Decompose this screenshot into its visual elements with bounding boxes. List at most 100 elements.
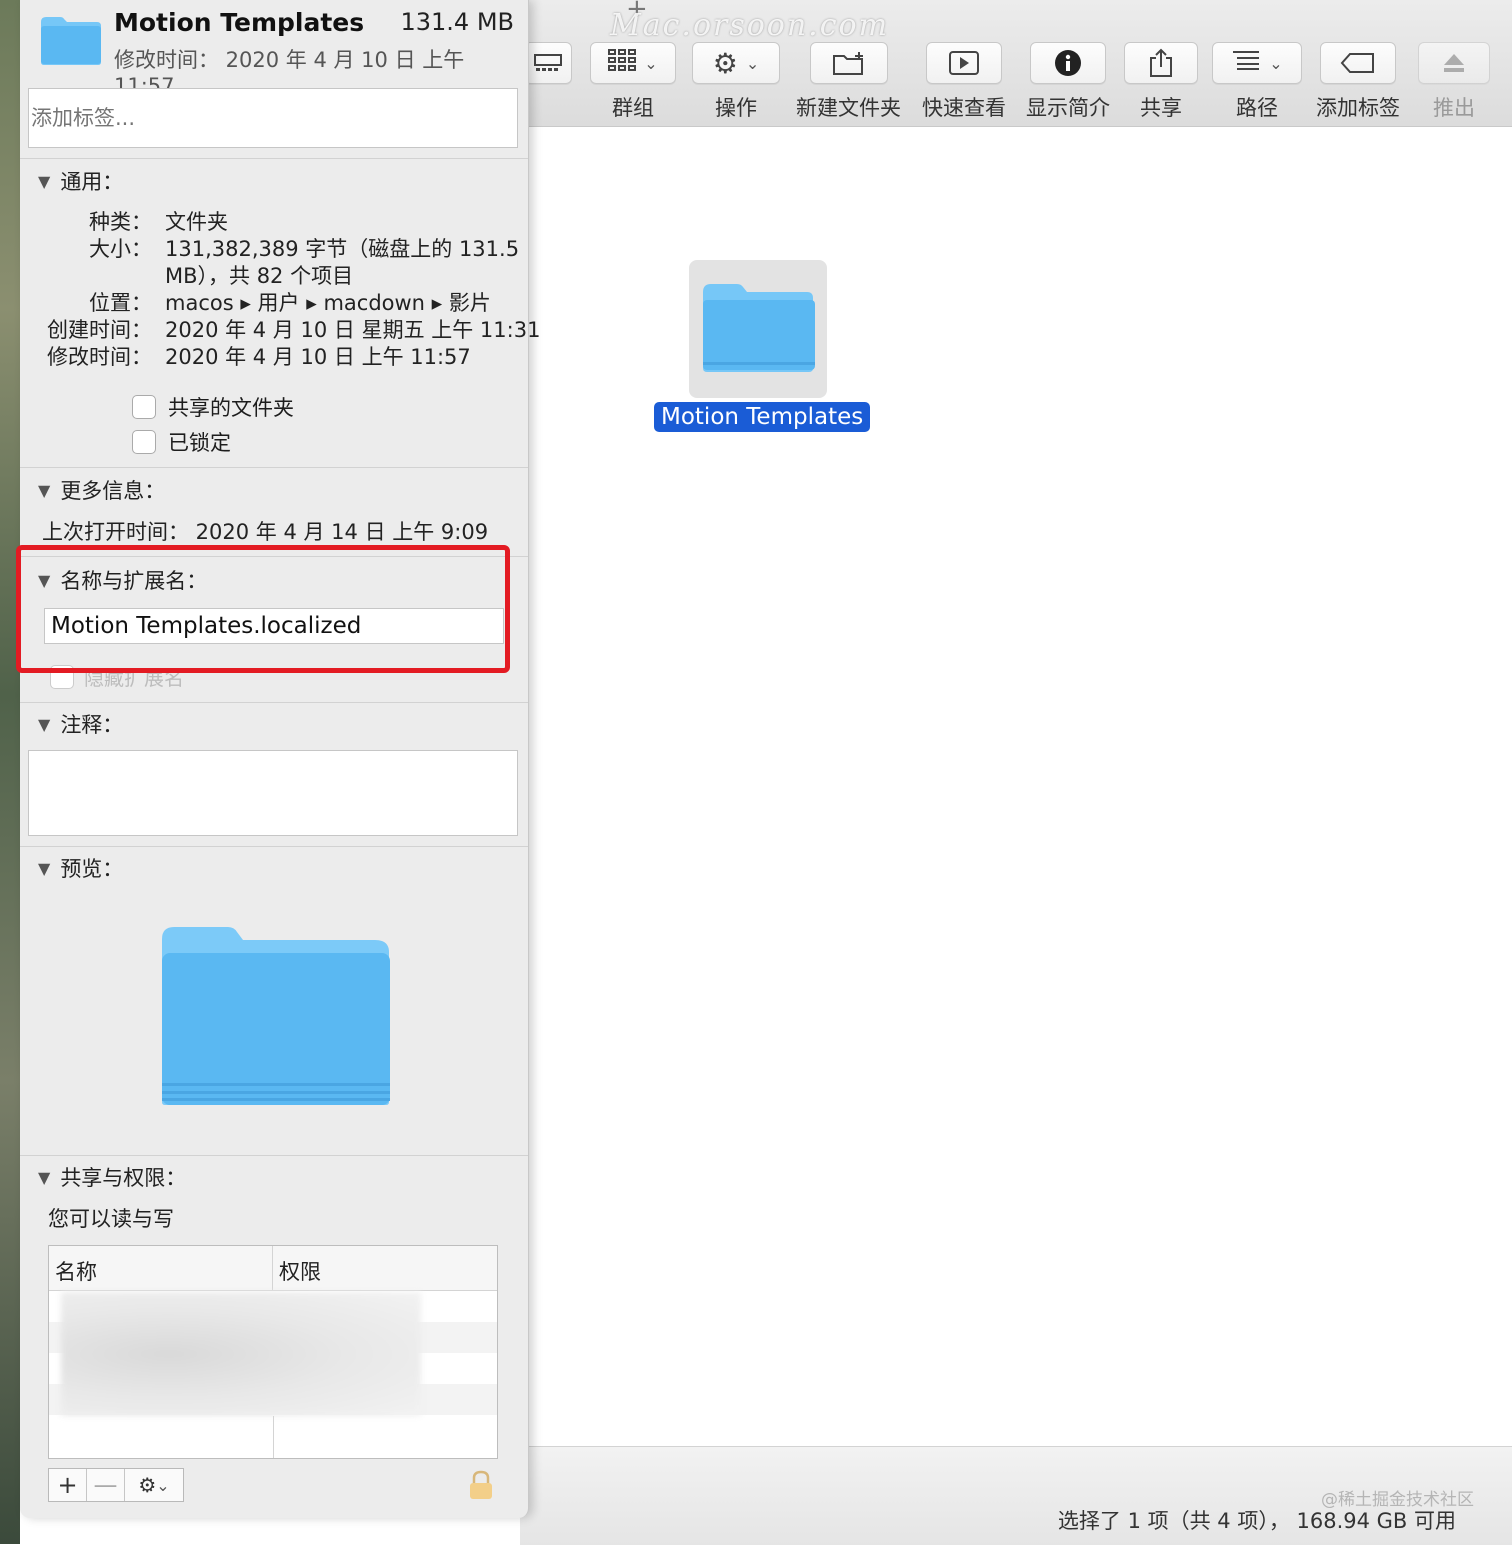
column-header-name[interactable]: 名称 <box>49 1246 273 1290</box>
action-label: 操作 <box>715 96 757 120</box>
new-folder-icon <box>809 42 888 84</box>
shared-folder-checkbox[interactable]: 共享的文件夹 <box>132 392 294 422</box>
disclosure-triangle-icon: ▼ <box>38 1167 51 1187</box>
section-name-extension-header[interactable]: ▼ 名称与扩展名： <box>38 565 207 595</box>
divider <box>20 556 528 557</box>
eject-label: 推出 <box>1433 96 1475 120</box>
permission-note: 您可以读与写 <box>48 1207 174 1231</box>
section-preview-header[interactable]: ▼ 预览： <box>38 853 123 883</box>
hide-extension-checkbox[interactable]: 隐藏扩展名 <box>50 662 184 691</box>
disclosure-triangle-icon: ▼ <box>38 858 51 878</box>
finder-toolbar: + Mac.orsoon.com ⌄ 群组 ⚙ ⌄ 操作 新建文件夹 快速查看 … <box>520 0 1512 127</box>
info-icon <box>1030 42 1106 84</box>
checkbox-box[interactable] <box>132 430 156 454</box>
group-label: 群组 <box>612 96 654 120</box>
share-button[interactable]: 共享 <box>1124 42 1198 122</box>
share-icon <box>1124 42 1198 84</box>
tag-icon <box>1320 42 1396 84</box>
group-button[interactable]: ⌄ 群组 <box>590 42 676 122</box>
gear-icon: ⚙ <box>712 46 738 80</box>
section-sharing-header[interactable]: ▼ 共享与权限： <box>38 1162 186 1192</box>
add-tag-button[interactable]: 添加标签 <box>1316 42 1400 122</box>
finder-window: + Mac.orsoon.com ⌄ 群组 ⚙ ⌄ 操作 新建文件夹 快速查看 … <box>520 0 1512 1545</box>
checkbox-box[interactable] <box>50 664 74 689</box>
size-value-line1: 131,382,389 字节（磁盘上的 131.5 <box>165 237 520 261</box>
view-toggle-button[interactable] <box>524 42 572 84</box>
status-text: 选择了 1 项（共 4 项）， 168.94 GB 可用 <box>1057 1509 1456 1533</box>
table-header: 名称 权限 <box>49 1246 497 1291</box>
disclosure-triangle-icon: ▼ <box>38 171 51 191</box>
share-label: 共享 <box>1140 96 1182 120</box>
eject-button[interactable]: 推出 <box>1418 42 1490 122</box>
kind-label: 种类： <box>89 210 152 234</box>
blurred-content <box>61 1292 421 1416</box>
disclosure-triangle-icon: ▼ <box>38 480 51 500</box>
divider <box>20 702 528 703</box>
lock-icon[interactable] <box>468 1470 494 1500</box>
list-icon <box>1231 49 1261 77</box>
section-more-info-header[interactable]: ▼ 更多信息： <box>38 475 165 505</box>
where-label: 位置： <box>89 291 152 315</box>
watermark: Mac.orsoon.com <box>610 8 890 43</box>
chevron-down-icon: ⌄ <box>745 53 760 73</box>
checkbox-box[interactable] <box>132 395 156 419</box>
disclosure-triangle-icon: ▼ <box>38 570 51 590</box>
folder-preview-icon <box>162 927 390 1105</box>
tag-input[interactable] <box>28 88 518 148</box>
desktop-background <box>0 0 20 1544</box>
cover-flow-icon <box>524 42 572 84</box>
permission-toolbar: + — ⚙ ⌄ <box>48 1468 184 1502</box>
path-label: 路径 <box>1236 96 1278 120</box>
modified-value: 2020 年 4 月 10 日 上午 11:57 <box>165 345 471 369</box>
quick-look-label: 快速查看 <box>922 96 1006 120</box>
folder-icon <box>41 17 101 65</box>
info-title: Motion Templates <box>114 8 365 37</box>
kind-value: 文件夹 <box>165 210 228 234</box>
new-folder-button[interactable]: 新建文件夹 <box>796 42 901 122</box>
new-folder-label: 新建文件夹 <box>796 96 901 120</box>
comments-textarea[interactable] <box>28 750 518 836</box>
info-panel: Motion Templates 131.4 MB 修改时间： 2020 年 4… <box>16 0 540 1518</box>
locked-checkbox[interactable]: 已锁定 <box>132 427 231 457</box>
gear-icon: ⚙ <box>138 1473 157 1497</box>
disclosure-triangle-icon: ▼ <box>38 714 51 734</box>
selected-item-label[interactable]: Motion Templates <box>654 402 871 432</box>
chevron-down-icon: ⌄ <box>156 1475 170 1495</box>
column-divider <box>273 1416 274 1458</box>
permission-actions-button[interactable]: ⚙ ⌄ <box>125 1469 183 1501</box>
remove-user-button[interactable]: — <box>87 1469 125 1501</box>
divider <box>20 1155 528 1156</box>
chevron-down-icon: ⌄ <box>644 53 658 73</box>
folder-item-motion-templates[interactable] <box>689 260 827 398</box>
name-extension-input[interactable] <box>44 608 504 644</box>
action-button[interactable]: ⚙ ⌄ 操作 <box>692 42 780 122</box>
chevron-down-icon: ⌄ <box>1269 53 1283 73</box>
divider <box>20 158 528 159</box>
column-header-privilege[interactable]: 权限 <box>273 1246 327 1290</box>
eject-icon <box>1418 42 1490 84</box>
get-info-button[interactable]: 显示简介 <box>1026 42 1110 122</box>
last-opened: 上次打开时间： 2020 年 4 月 14 日 上午 9:09 <box>42 520 489 544</box>
divider <box>20 846 528 847</box>
divider <box>20 467 528 468</box>
play-icon <box>926 42 1002 84</box>
permissions-table: 名称 权限 <box>48 1245 498 1459</box>
size-value-line2: MB），共 82 个项目 <box>165 264 354 288</box>
where-value: macos ▸ 用户 ▸ macdown ▸ 影片 <box>165 291 491 315</box>
size-label: 大小： <box>89 237 152 261</box>
folder-icon <box>703 284 815 372</box>
section-general-header[interactable]: ▼ 通用： <box>38 166 123 196</box>
created-label: 创建时间： <box>47 318 152 342</box>
modified-label: 修改时间： <box>47 345 152 369</box>
status-bar: @稀土掘金技术社区 选择了 1 项（共 4 项）， 168.94 GB 可用 <box>520 1446 1512 1545</box>
path-button[interactable]: ⌄ 路径 <box>1212 42 1302 122</box>
add-user-button[interactable]: + <box>49 1469 87 1501</box>
add-tag-label: 添加标签 <box>1316 96 1400 120</box>
section-comments-header[interactable]: ▼ 注释： <box>38 709 123 739</box>
info-size: 131.4 MB <box>400 8 514 36</box>
created-value: 2020 年 4 月 10 日 星期五 上午 11:31 <box>165 318 541 342</box>
get-info-label: 显示简介 <box>1026 96 1110 120</box>
quick-look-button[interactable]: 快速查看 <box>922 42 1006 122</box>
finder-content: Motion Templates <box>520 127 1512 1445</box>
grid-icon <box>608 49 637 77</box>
